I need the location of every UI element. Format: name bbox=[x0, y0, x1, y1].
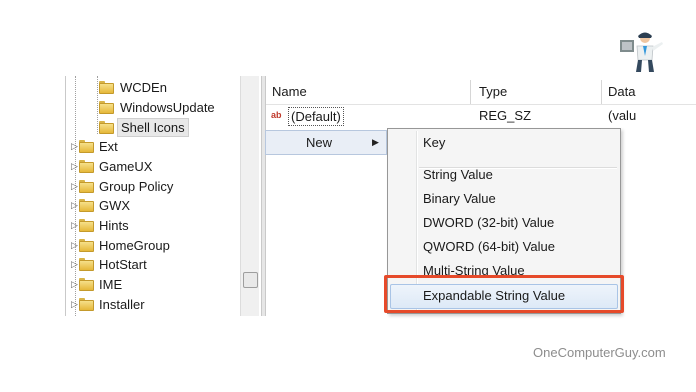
column-separator[interactable] bbox=[470, 80, 471, 104]
column-separator[interactable] bbox=[601, 80, 602, 104]
expand-arrow-icon[interactable]: ▷ bbox=[71, 200, 78, 210]
submenu-arrow-icon: ▶ bbox=[372, 137, 379, 147]
folder-icon bbox=[79, 180, 94, 193]
folder-icon bbox=[99, 101, 114, 114]
tree-item-label: Group Policy bbox=[99, 179, 174, 194]
menu-item-binary-value[interactable]: Binary Value bbox=[423, 189, 496, 209]
tree-item-label: WCDEn bbox=[120, 80, 167, 95]
tree-item-label: GameUX bbox=[99, 159, 153, 174]
folder-icon bbox=[79, 258, 94, 271]
value-name-default[interactable]: (Default) bbox=[288, 107, 344, 126]
folder-icon bbox=[79, 140, 94, 153]
site-logo-icon bbox=[620, 32, 663, 72]
column-header-name[interactable]: Name bbox=[272, 81, 307, 103]
folder-icon bbox=[79, 298, 94, 311]
folder-icon bbox=[99, 121, 114, 134]
folder-icon bbox=[79, 160, 94, 173]
tree-item-label: HotStart bbox=[99, 257, 147, 272]
column-header-data[interactable]: Data bbox=[608, 81, 635, 103]
context-menu-new[interactable]: New ▶ bbox=[265, 130, 387, 155]
menu-item-label: New bbox=[306, 135, 333, 150]
expand-arrow-icon[interactable]: ▷ bbox=[71, 161, 78, 171]
expand-arrow-icon[interactable]: ▷ bbox=[71, 181, 78, 191]
registry-tree: WCDEn WindowsUpdate Shell Icons ▷ Ext ▷ … bbox=[65, 76, 259, 316]
watermark: OneComputerGuy.com bbox=[533, 345, 666, 360]
menu-item-qword-value[interactable]: QWORD (64-bit) Value bbox=[423, 237, 555, 257]
tree-connector bbox=[97, 76, 98, 134]
tree-item-label: HomeGroup bbox=[99, 238, 170, 253]
expand-arrow-icon[interactable]: ▷ bbox=[71, 220, 78, 230]
pane-splitter[interactable] bbox=[261, 76, 266, 316]
menu-item-string-value[interactable]: String Value bbox=[423, 165, 493, 185]
tree-item-label: GWX bbox=[99, 198, 131, 213]
value-data: (valu bbox=[608, 108, 637, 123]
tree-scrollbar[interactable] bbox=[240, 76, 259, 316]
scrollbar-thumb[interactable] bbox=[243, 272, 258, 288]
folder-icon bbox=[79, 219, 94, 232]
tree-item-label: Ext bbox=[99, 139, 118, 154]
expand-arrow-icon[interactable]: ▷ bbox=[71, 240, 78, 250]
value-type: REG_SZ bbox=[479, 108, 532, 123]
tree-item-label: Installer bbox=[99, 297, 145, 312]
tree-item-label: Hints bbox=[99, 218, 129, 233]
menu-item-key[interactable]: Key bbox=[423, 133, 445, 153]
menu-item-dword-value[interactable]: DWORD (32-bit) Value bbox=[423, 213, 554, 233]
tree-item-label: IME bbox=[99, 277, 123, 292]
expand-arrow-icon[interactable]: ▷ bbox=[71, 141, 78, 151]
folder-icon bbox=[99, 81, 114, 94]
highlight-box bbox=[384, 275, 624, 313]
folder-icon bbox=[79, 278, 94, 291]
folder-icon bbox=[79, 199, 94, 212]
tree-item-label: Shell Icons bbox=[117, 118, 189, 137]
expand-arrow-icon[interactable]: ▷ bbox=[71, 299, 78, 309]
folder-icon bbox=[79, 239, 94, 252]
expand-arrow-icon[interactable]: ▷ bbox=[71, 259, 78, 269]
string-value-icon: ab bbox=[271, 110, 282, 120]
tree-item-label: WindowsUpdate bbox=[120, 100, 215, 115]
column-header-type[interactable]: Type bbox=[479, 81, 507, 103]
expand-arrow-icon[interactable]: ▷ bbox=[71, 279, 78, 289]
header-divider bbox=[266, 104, 696, 105]
